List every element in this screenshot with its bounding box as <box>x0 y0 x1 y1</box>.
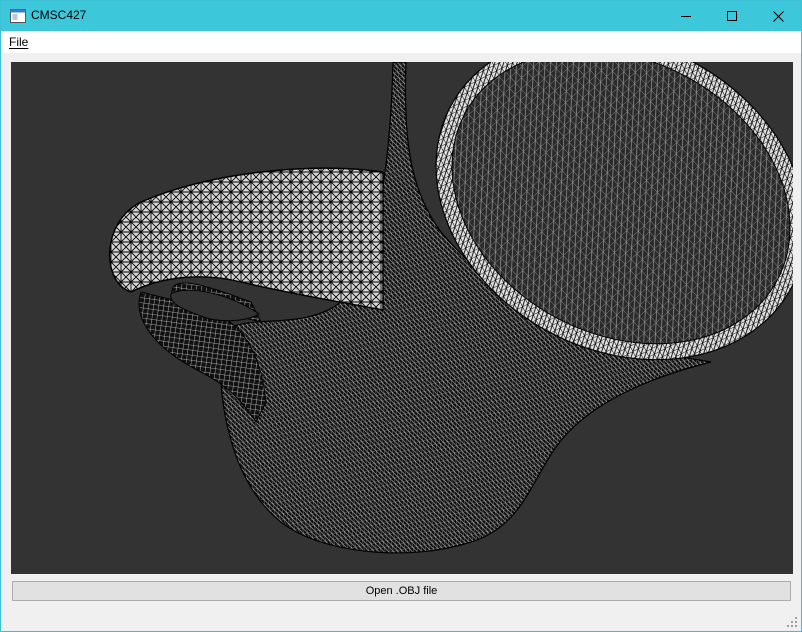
app-icon <box>10 9 26 23</box>
teapot-wireframe <box>109 62 793 554</box>
menu-bar: File <box>1 31 801 53</box>
gl-viewport[interactable] <box>11 62 793 574</box>
minimize-button[interactable] <box>663 1 709 31</box>
title-bar[interactable]: CMSC427 <box>1 1 801 31</box>
minimize-icon <box>681 16 691 17</box>
close-icon <box>772 10 784 22</box>
teapot-spout <box>109 167 384 311</box>
resize-grip-icon[interactable] <box>786 616 798 628</box>
menu-file[interactable]: File <box>9 35 28 49</box>
open-obj-button[interactable]: Open .OBJ file <box>12 581 791 601</box>
maximize-button[interactable] <box>709 1 755 31</box>
window-title: CMSC427 <box>31 8 87 22</box>
close-button[interactable] <box>755 1 801 31</box>
maximize-icon <box>727 11 737 21</box>
app-window: CMSC427 File Open .OBJ file <box>0 0 802 632</box>
